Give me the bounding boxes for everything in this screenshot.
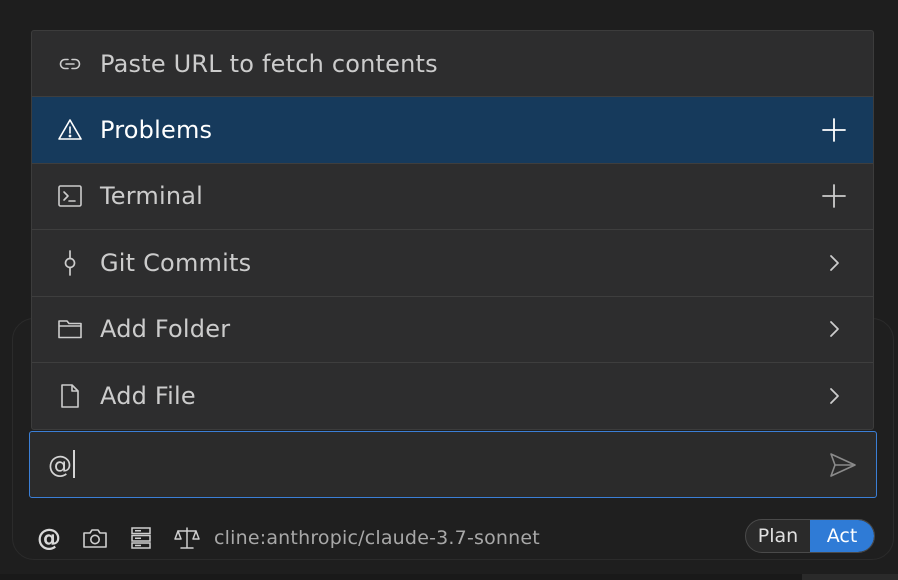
chevron-right-icon[interactable] xyxy=(821,316,847,342)
file-icon xyxy=(56,382,84,410)
menu-item-label: Add File xyxy=(100,382,196,411)
at-icon[interactable]: @ xyxy=(36,525,62,551)
plus-icon[interactable] xyxy=(821,183,847,209)
context-mention-menu: Paste URL to fetch contents Problems Ter… xyxy=(31,30,874,431)
plan-act-toggle[interactable]: Plan Act xyxy=(745,519,875,553)
menu-item-paste-url[interactable]: Paste URL to fetch contents xyxy=(32,31,873,98)
plus-icon[interactable] xyxy=(821,117,847,143)
scale-icon[interactable] xyxy=(174,525,200,551)
server-icon[interactable] xyxy=(128,525,154,551)
chat-input-value[interactable]: @ xyxy=(48,450,75,479)
menu-item-label: Paste URL to fetch contents xyxy=(100,49,438,78)
link-icon xyxy=(56,50,84,78)
chat-input[interactable]: @ xyxy=(29,431,877,498)
folder-icon xyxy=(56,315,84,343)
camera-icon[interactable] xyxy=(82,525,108,551)
text-caret xyxy=(73,450,75,478)
menu-item-terminal[interactable]: Terminal xyxy=(32,164,873,231)
menu-item-label: Git Commits xyxy=(100,248,252,277)
plan-mode-option[interactable]: Plan xyxy=(746,520,810,552)
chat-toolbar: @ cline:anthropic/claude-3.7-sonnet xyxy=(36,520,540,556)
warning-icon xyxy=(56,116,84,144)
status-strip xyxy=(0,574,898,580)
menu-item-label: Problems xyxy=(100,116,213,145)
chat-panel: Paste URL to fetch contents Problems Ter… xyxy=(0,0,898,580)
menu-item-problems[interactable]: Problems xyxy=(32,97,873,164)
chevron-right-icon[interactable] xyxy=(821,383,847,409)
menu-item-add-file[interactable]: Add File xyxy=(32,363,873,429)
act-mode-option[interactable]: Act xyxy=(810,520,874,552)
send-icon[interactable] xyxy=(828,450,858,480)
menu-item-label: Add Folder xyxy=(100,315,231,344)
model-selector[interactable]: cline:anthropic/claude-3.7-sonnet xyxy=(214,527,540,549)
git-commit-icon xyxy=(56,249,84,277)
chevron-right-icon[interactable] xyxy=(821,250,847,276)
terminal-icon xyxy=(56,182,84,210)
menu-item-add-folder[interactable]: Add Folder xyxy=(32,297,873,363)
menu-item-git-commits[interactable]: Git Commits xyxy=(32,230,873,297)
menu-item-label: Terminal xyxy=(100,182,204,211)
